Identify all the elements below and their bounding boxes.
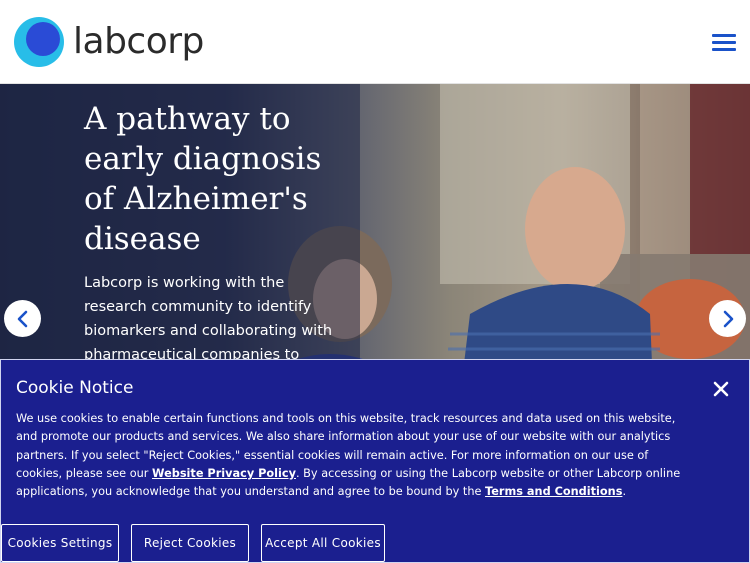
site-header: labcorp	[0, 0, 750, 84]
logo-wordmark: labcorp	[73, 21, 204, 62]
hero-body: Labcorp is working with the research com…	[84, 275, 333, 363]
close-icon[interactable]	[708, 376, 734, 402]
reject-cookies-button[interactable]: Reject Cookies	[131, 524, 249, 562]
hero-text-block: A pathway to early diagnosis of Alzheime…	[84, 99, 344, 367]
accept-all-cookies-button[interactable]: Accept All Cookies	[261, 524, 385, 562]
chevron-right-icon	[723, 310, 733, 327]
labcorp-logo[interactable]: labcorp	[14, 17, 204, 67]
cookie-text-part3: .	[622, 485, 627, 499]
hero-title: A pathway to early diagnosis of Alzheime…	[84, 101, 322, 257]
cookie-notice-dialog: Cookie Notice We use cookies to enable c…	[0, 359, 750, 563]
privacy-policy-link[interactable]: Website Privacy Policy	[152, 467, 296, 480]
logo-mark-icon	[14, 17, 64, 67]
cookie-notice-title: Cookie Notice	[16, 378, 134, 398]
carousel-next-button[interactable]	[709, 300, 746, 337]
hamburger-menu-icon[interactable]	[708, 30, 740, 56]
cookies-settings-button[interactable]: Cookies Settings	[1, 524, 119, 562]
terms-conditions-link[interactable]: Terms and Conditions	[485, 485, 622, 498]
cookie-notice-text: We use cookies to enable certain functio…	[16, 410, 696, 501]
chevron-left-icon	[17, 310, 27, 327]
carousel-prev-button[interactable]	[4, 300, 41, 337]
